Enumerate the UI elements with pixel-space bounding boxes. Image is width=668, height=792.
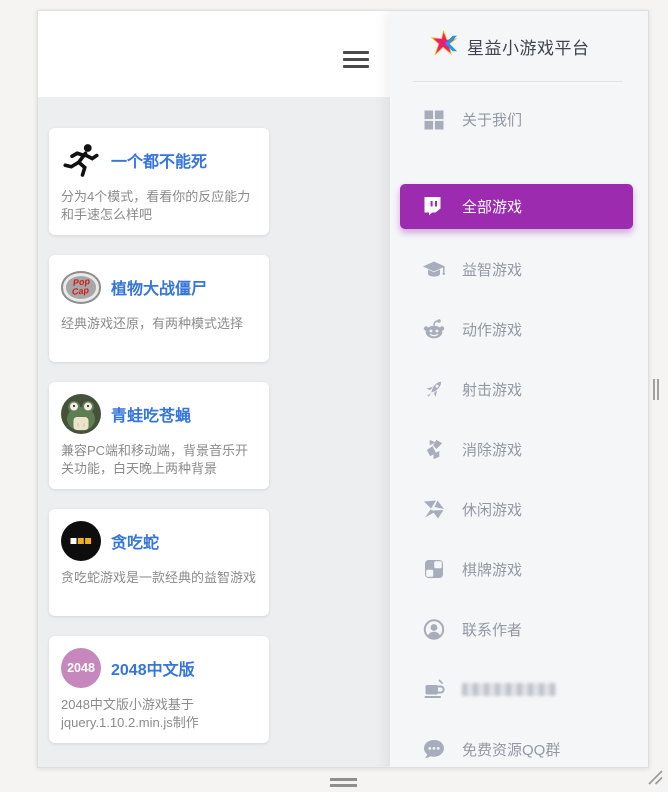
drag-handle[interactable]: [653, 379, 659, 400]
sidebar-item-label: 关于我们: [462, 109, 522, 130]
sidebar-drawer: 星益小游戏平台 关于我们: [390, 11, 649, 768]
game-description: 经典游戏还原，有两种模式选择: [61, 315, 257, 352]
sidebar-item-elimination[interactable]: 消除游戏: [390, 419, 649, 479]
runner-icon: [61, 140, 101, 180]
game-card[interactable]: Pop Cap 植物大战僵尸 经典游戏还原，有两种模式选择: [49, 255, 269, 362]
game-title-link[interactable]: 青蛙吃苍蝇: [111, 402, 191, 426]
sidebar-item-label: 休闲游戏: [462, 499, 522, 520]
twitch-icon: [420, 195, 444, 219]
redacted-label: [462, 683, 556, 696]
sidebar-nav: 关于我们 全部游戏: [390, 89, 649, 768]
graduation-cap-icon: [422, 257, 446, 281]
2048-badge-icon: 2048: [61, 648, 101, 688]
sidebar-item-label: 射击游戏: [462, 379, 522, 400]
sidebar-item-label: 动作游戏: [462, 319, 522, 340]
game-title-link[interactable]: 植物大战僵尸: [111, 275, 207, 299]
sidebar-item-label: 棋牌游戏: [462, 559, 522, 580]
game-card[interactable]: 一个都不能死 分为4个模式，看看你的反应能力和手速怎么样吧: [49, 128, 269, 235]
user-circle-icon: [422, 617, 446, 641]
reddit-icon: [422, 317, 446, 341]
sidebar-item-label: 全部游戏: [462, 196, 522, 217]
sidebar-item-action[interactable]: 动作游戏: [390, 299, 649, 359]
platform-logo[interactable]: 星益小游戏平台: [390, 11, 649, 81]
comment-dots-icon: [422, 737, 446, 761]
game-title-link[interactable]: 一个都不能死: [111, 148, 207, 172]
star-logo-icon: [431, 30, 458, 62]
sidebar-item-casual[interactable]: 休闲游戏: [390, 479, 649, 539]
rocket-icon: [422, 377, 446, 401]
sidebar-item-contact-author[interactable]: 联系作者: [390, 599, 649, 659]
game-description: 兼容PC端和移动端，背景音乐开关功能，白天晚上两种背景: [61, 442, 257, 479]
checker-square-icon: [422, 557, 446, 581]
sidebar-item-all-games[interactable]: 全部游戏: [400, 184, 633, 229]
sidebar-item-label: 益智游戏: [462, 259, 522, 280]
game-title-link[interactable]: 2048中文版: [111, 656, 195, 680]
sidebar-item-about[interactable]: 关于我们: [390, 89, 649, 149]
sidebar-item-puzzle[interactable]: 益智游戏: [390, 239, 649, 299]
game-card[interactable]: 贪吃蛇 贪吃蛇游戏是一款经典的益智游戏: [49, 509, 269, 616]
coffee-mug-icon: [422, 677, 446, 701]
sidebar-item-label: 消除游戏: [462, 439, 522, 460]
sidebar-item-redacted[interactable]: [390, 659, 649, 719]
hornbill-icon: [422, 437, 446, 461]
game-card-list: 一个都不能死 分为4个模式，看看你的反应能力和手速怎么样吧 Pop Cap 植物…: [49, 128, 269, 763]
menu-toggle-button[interactable]: [343, 47, 369, 72]
game-description: 2048中文版小游戏基于jquery.1.10.2.min.js制作: [61, 696, 257, 733]
sidebar-item-qq-group[interactable]: 免费资源QQ群: [390, 719, 649, 768]
footer-menu-icon[interactable]: [330, 778, 357, 790]
windows-icon: [422, 107, 446, 131]
frog-icon: [61, 394, 101, 434]
game-description: 贪吃蛇游戏是一款经典的益智游戏: [61, 569, 257, 606]
game-title-link[interactable]: 贪吃蛇: [111, 529, 159, 553]
resize-grip-icon[interactable]: [645, 767, 665, 792]
pinwheel-icon: [422, 497, 446, 521]
game-description: 分为4个模式，看看你的反应能力和手速怎么样吧: [61, 188, 257, 225]
snake-icon: [61, 521, 101, 561]
sidebar-item-label: 联系作者: [462, 619, 522, 640]
hamburger-icon: [343, 51, 369, 54]
game-card[interactable]: 青蛙吃苍蝇 兼容PC端和移动端，背景音乐开关功能，白天晚上两种背景: [49, 382, 269, 489]
divider: [413, 81, 622, 82]
platform-title: 星益小游戏平台: [467, 34, 590, 59]
sidebar-item-label: 免费资源QQ群: [462, 739, 560, 760]
game-card[interactable]: 2048 2048中文版 2048中文版小游戏基于jquery.1.10.2.m…: [49, 636, 269, 743]
popcap-logo-icon: Pop Cap: [61, 267, 101, 307]
sidebar-item-shooting[interactable]: 射击游戏: [390, 359, 649, 419]
browser-page: 一个都不能死 分为4个模式，看看你的反应能力和手速怎么样吧 Pop Cap 植物…: [37, 10, 649, 768]
sidebar-item-board[interactable]: 棋牌游戏: [390, 539, 649, 599]
